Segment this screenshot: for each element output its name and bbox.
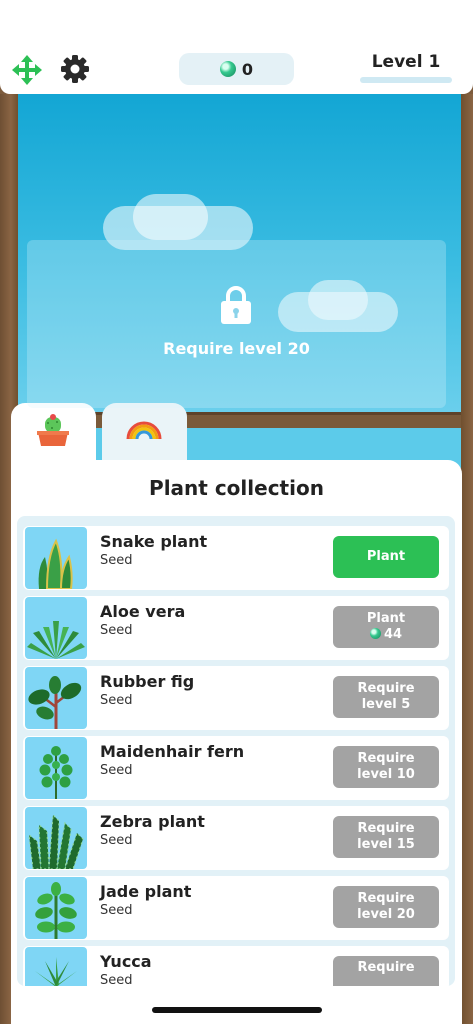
plant-stage: Seed (100, 973, 133, 986)
plant-button-label: Plant (366, 549, 406, 564)
plant-stage: Seed (100, 693, 133, 708)
plant-button-label: Require (357, 960, 415, 975)
gem-count: 0 (241, 59, 254, 79)
plant-stage: Seed (100, 763, 133, 778)
plant-button-label: Require level 20 (357, 891, 415, 922)
plant-name: Rubber fig (100, 672, 195, 691)
gem-icon (369, 628, 381, 639)
plant-stage: Seed (100, 833, 133, 848)
plant-buy-button[interactable]: Plant 44 (333, 606, 439, 648)
gem-icon (219, 61, 236, 77)
locked-plant-button[interactable]: Require level 20 (333, 886, 439, 928)
plant-item-zebra-plant[interactable]: Zebra plant Seed Require level 15 (23, 806, 449, 870)
plant-item-jade-plant[interactable]: Jade plant Seed Require level 20 (23, 876, 449, 940)
plant-button-label: Require level 10 (357, 751, 415, 782)
level-progress-bar (360, 77, 452, 83)
plant-list[interactable]: Snake plant Seed Plant Aloe vera Seed Pl… (17, 516, 455, 986)
rubber-fig-icon (25, 667, 87, 729)
plant-stage: Seed (100, 553, 133, 568)
maidenhair-fern-icon (25, 737, 87, 799)
lock-requirement-text: Require level 20 (163, 339, 310, 358)
plant-name: Aloe vera (100, 602, 186, 621)
plant-stage: Seed (100, 623, 133, 638)
locked-plant-button[interactable]: Require level 15 (333, 816, 439, 858)
locked-plant-button[interactable]: Require level 5 (333, 676, 439, 718)
zebra-plant-icon (25, 807, 87, 869)
plant-name: Snake plant (100, 532, 208, 551)
plant-item-maidenhair-fern[interactable]: Maidenhair fern Seed Require level 10 (23, 736, 449, 800)
gem-counter[interactable]: 0 (179, 53, 294, 85)
aloe-vera-icon (25, 597, 87, 659)
wall-right (461, 94, 473, 1024)
move-icon[interactable] (12, 55, 42, 85)
cactus-pot-icon (37, 414, 69, 446)
locked-plant-button[interactable]: Require level 10 (333, 746, 439, 788)
gear-icon[interactable] (60, 54, 90, 84)
panel-title: Plant collection (149, 476, 324, 500)
plant-item-snake-plant[interactable]: Snake plant Seed Plant (23, 526, 449, 590)
yucca-icon (25, 947, 87, 986)
plant-stage: Seed (100, 903, 133, 918)
plant-collection-panel: Plant collection Snake plant Seed Plant (11, 460, 462, 1024)
locked-plant-button[interactable]: Require (333, 956, 439, 986)
plant-cost: 44 (369, 627, 403, 643)
plant-name: Maidenhair fern (100, 742, 245, 761)
rainbow-icon (126, 421, 162, 440)
plant-name: Jade plant (100, 882, 192, 901)
home-indicator[interactable] (152, 1007, 322, 1013)
snake-plant-icon (25, 527, 87, 589)
top-bar: 0 Level 1 (0, 0, 473, 94)
plant-item-yucca[interactable]: Yucca Seed Require (23, 946, 449, 986)
plant-button-label: Plant (366, 611, 406, 626)
cloud (133, 194, 208, 240)
plant-item-aloe-vera[interactable]: Aloe vera Seed Plant 44 (23, 596, 449, 660)
plant-name: Yucca (100, 952, 152, 971)
plant-item-rubber-fig[interactable]: Rubber fig Seed Require level 5 (23, 666, 449, 730)
plant-button-label: Require level 15 (357, 821, 415, 852)
plant-cost-value: 44 (383, 627, 403, 642)
jade-plant-icon (25, 877, 87, 939)
plant-button[interactable]: Plant (333, 536, 439, 578)
plant-button-label: Require level 5 (357, 681, 415, 712)
plant-name: Zebra plant (100, 812, 205, 831)
level-label: Level 1 (371, 52, 441, 72)
lock-icon (221, 286, 251, 324)
